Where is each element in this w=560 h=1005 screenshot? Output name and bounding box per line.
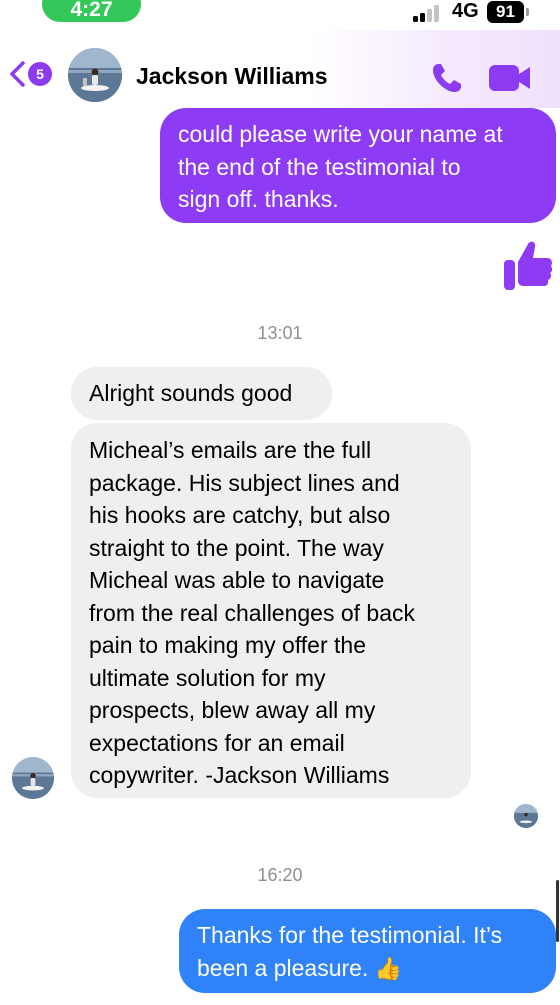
incoming-message-bubble[interactable]: Alright sounds good: [71, 367, 332, 420]
battery-tip: [526, 8, 529, 16]
outgoing-message-bubble[interactable]: could please write your name at the end …: [160, 108, 556, 223]
contact-name[interactable]: Jackson Williams: [136, 63, 328, 90]
unread-count-badge[interactable]: 5: [28, 62, 52, 86]
thumbs-up-emoji: 👍: [374, 955, 403, 981]
video-call-icon[interactable]: [488, 62, 532, 94]
outgoing-message-bubble[interactable]: Thanks for the testimonial. It’s been a …: [179, 909, 556, 993]
sender-avatar[interactable]: [12, 757, 54, 799]
scrollbar[interactable]: [556, 880, 559, 942]
message-line: Micheal’s emails are the full: [89, 437, 372, 463]
message-line: expectations for an email: [89, 729, 345, 756]
signal-strength-icon: [413, 4, 443, 22]
message-line: package. His subject lines and: [89, 469, 400, 496]
message-line-with-emoji: been a pleasure. 👍: [197, 952, 538, 986]
message-line: Micheal was able to navigate: [89, 567, 385, 593]
back-chevron-icon[interactable]: [6, 60, 30, 88]
battery-icon: 91: [487, 1, 524, 23]
message-line: could please write your name at: [178, 121, 503, 147]
message-line: from the real challenges of back: [89, 599, 416, 626]
contact-avatar[interactable]: [68, 48, 122, 102]
message-line: been a pleasure.: [197, 954, 369, 981]
network-type: 4G: [452, 0, 479, 22]
message-line: prospects, blew away all my: [89, 697, 376, 723]
timestamp: 16:20: [257, 865, 303, 885]
message-text: Alright sounds good: [89, 380, 293, 406]
incoming-testimonial-bubble[interactable]: Micheal’s emails are the full package. H…: [71, 423, 471, 798]
message-line: pain to making my offer the: [89, 632, 366, 658]
read-receipt-avatar: [514, 804, 538, 828]
message-line: the end of the testimonial to: [178, 153, 461, 180]
message-line: his hooks are catchy, but also: [89, 502, 391, 528]
status-bar: 4:27 4G 91: [0, 0, 560, 30]
phone-call-icon[interactable]: [429, 60, 465, 96]
message-line: ultimate solution for my: [89, 664, 326, 691]
status-time: 4:27: [42, 0, 141, 22]
message-line: copywriter. -Jackson Williams: [89, 762, 390, 788]
message-line: sign off. thanks.: [178, 186, 339, 212]
timestamp: 13:01: [257, 323, 303, 343]
conversation-header: 5 Jackson Williams: [0, 30, 560, 108]
message-line: Thanks for the testimonial. It’s: [197, 922, 503, 948]
thumbs-up-icon[interactable]: [502, 238, 554, 294]
message-line: straight to the point. The way: [89, 534, 384, 561]
